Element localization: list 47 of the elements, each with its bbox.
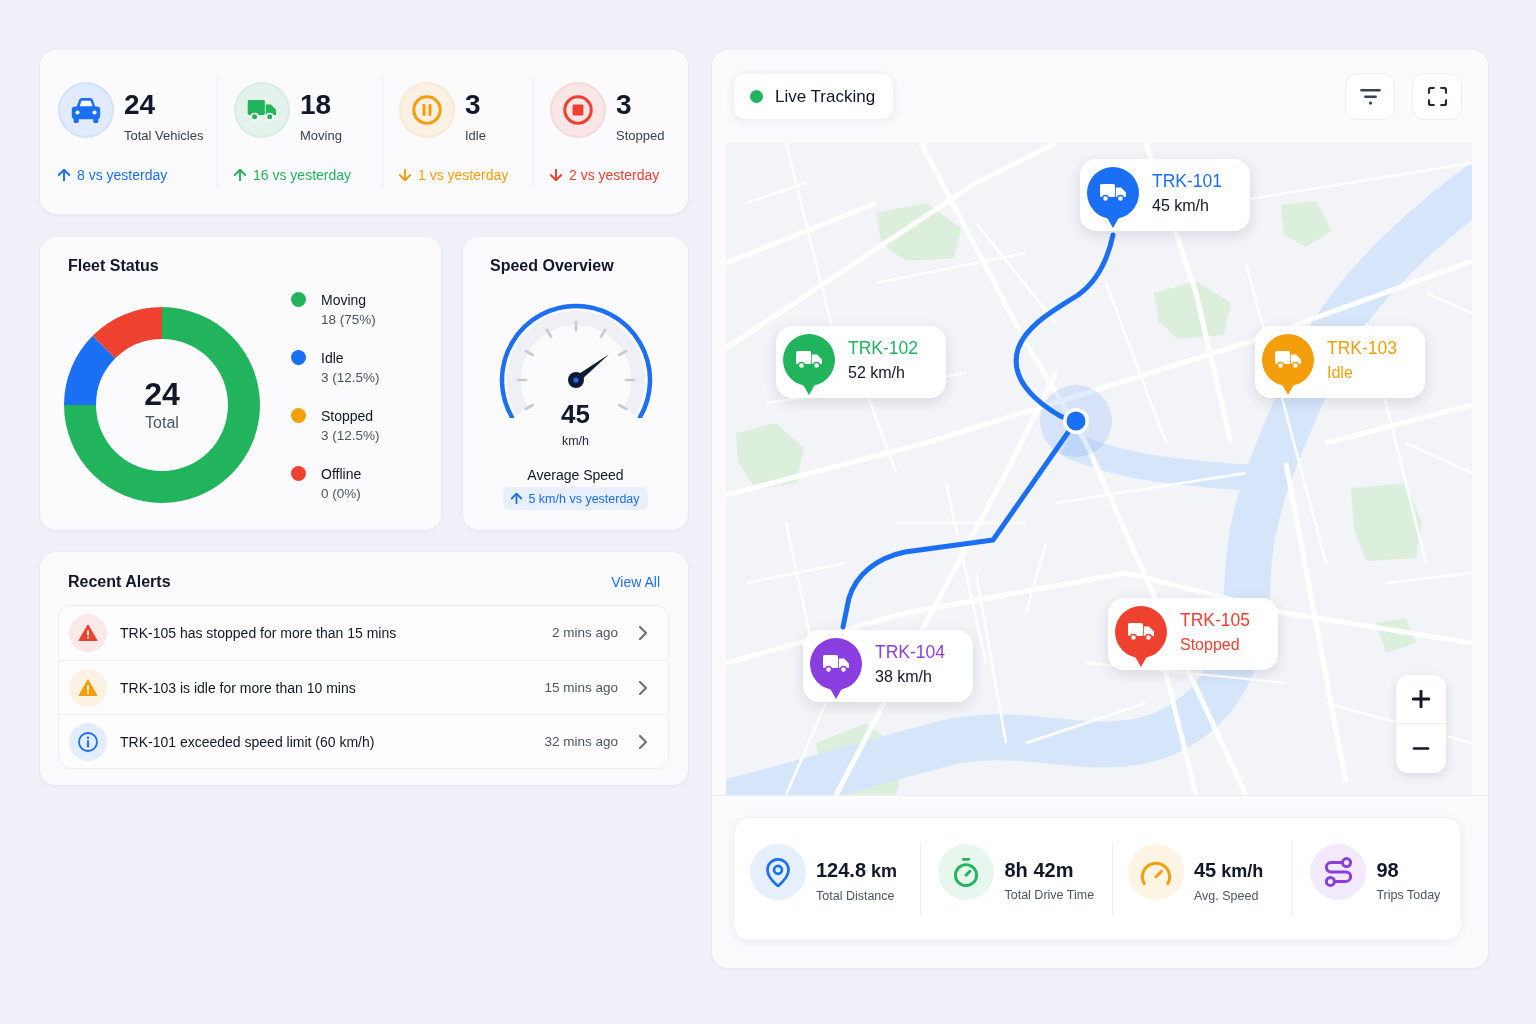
vehicle-status: Idle bbox=[1327, 363, 1353, 383]
alert-message: TRK-105 has stopped for more than 15 mins bbox=[120, 624, 397, 643]
panel-title: Live Tracking bbox=[775, 85, 876, 108]
alert-message: TRK-103 is idle for more than 10 mins bbox=[120, 678, 356, 698]
donut-total-label: Total bbox=[145, 413, 179, 433]
stat-label: Total Vehicles bbox=[124, 127, 204, 145]
vehicle-id: TRK-103 bbox=[1327, 337, 1398, 360]
summary-value: 8h 42m bbox=[1004, 858, 1074, 882]
stat-value: 24 bbox=[124, 89, 156, 121]
summary-label: Total Drive Time bbox=[1004, 887, 1095, 904]
alert-time: 15 mins ago bbox=[544, 678, 618, 697]
trend-text: 5 km/h vs yesterday bbox=[528, 490, 640, 507]
card-title: Fleet Status bbox=[68, 256, 159, 276]
alert-message: TRK-101 exceeded speed limit (60 km/h) bbox=[120, 732, 375, 752]
summary-label: Avg. Speed bbox=[1193, 888, 1259, 905]
stat-value: 3 bbox=[616, 89, 632, 121]
vehicle-speed: 45 km/h bbox=[1152, 196, 1209, 216]
summary-value: 45 km/h bbox=[1193, 858, 1264, 883]
trend-text: 1 vs yesterday bbox=[418, 166, 509, 185]
alert-time: 2 mins ago bbox=[551, 624, 618, 642]
gauge-label: Average Speed bbox=[527, 466, 624, 485]
summary-label: Total Distance bbox=[816, 888, 895, 905]
trend-text: 8 vs yesterday bbox=[77, 166, 168, 185]
card-title: Speed Overview bbox=[490, 256, 614, 276]
stat-value: 3 bbox=[465, 89, 481, 121]
vehicle-speed: 38 km/h bbox=[875, 667, 932, 687]
stat-label: Moving bbox=[300, 127, 342, 145]
donut-total: 24 bbox=[144, 376, 180, 412]
vehicle-id: TRK-101 bbox=[1152, 170, 1223, 193]
summary-value: 98 bbox=[1376, 858, 1399, 882]
gauge-unit: km/h bbox=[561, 433, 590, 450]
summary-value: 124.8 km bbox=[816, 858, 898, 883]
alert-time: 32 mins ago bbox=[544, 732, 618, 751]
legend-value: 0 (0%) bbox=[321, 485, 361, 503]
vehicle-id: TRK-104 bbox=[875, 641, 946, 664]
trend-text: 2 vs yesterday bbox=[569, 166, 660, 185]
gauge-value: 45 bbox=[561, 399, 590, 429]
summary-label: Trips Today bbox=[1376, 887, 1441, 904]
stat-value: 18 bbox=[300, 89, 332, 121]
card-title: Recent Alerts bbox=[68, 572, 171, 592]
stat-label: Stopped bbox=[616, 127, 665, 145]
vehicle-id: TRK-105 bbox=[1180, 609, 1251, 632]
vehicle-status: Stopped bbox=[1180, 635, 1240, 655]
vehicle-id: TRK-102 bbox=[848, 337, 919, 360]
vehicle-speed: 52 km/h bbox=[848, 363, 905, 383]
stat-label: Idle bbox=[465, 127, 486, 145]
trend-text: 16 vs yesterday bbox=[253, 166, 352, 185]
